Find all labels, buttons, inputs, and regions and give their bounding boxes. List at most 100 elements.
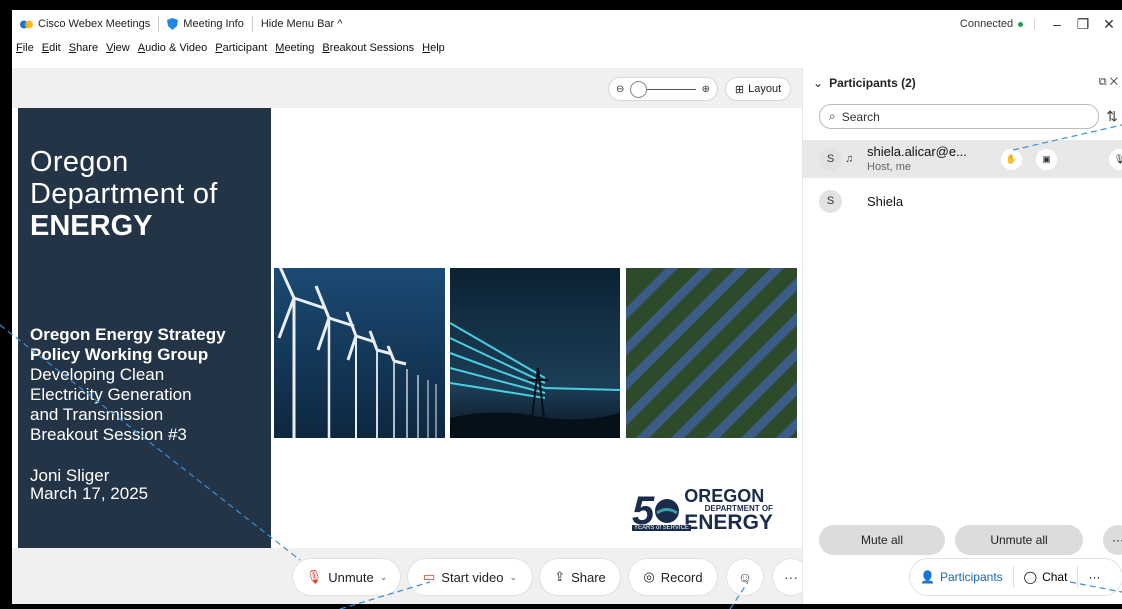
slide-org-line3: ENERGY xyxy=(30,210,153,242)
record-button[interactable]: ◎ Record xyxy=(629,559,717,595)
participant-row[interactable]: S Shiela xyxy=(803,182,1122,220)
zoom-track[interactable] xyxy=(630,80,696,98)
chat-icon: ◯ xyxy=(1023,570,1038,584)
menu-bar: File Edit Share View Audio & Video Parti… xyxy=(12,42,449,60)
avatar: S xyxy=(819,147,842,171)
connection-status: Connected xyxy=(960,18,1033,30)
chevron-down-icon[interactable]: ⌄ xyxy=(509,572,517,583)
search-placeholder: Search xyxy=(841,109,880,124)
layout-button[interactable]: ⊞ Layout xyxy=(725,77,791,101)
webex-logo-icon xyxy=(20,20,33,28)
power-lines-image xyxy=(450,268,620,438)
restore-icon[interactable]: ❐ xyxy=(1070,16,1096,33)
chevron-down-icon[interactable]: ⌄ xyxy=(380,572,388,583)
shared-slide: Oregon Department of ENERGY Oregon Energ… xyxy=(12,108,802,548)
slide-desc-line3: and Transmission xyxy=(30,405,164,424)
participants-icon: 👤 xyxy=(920,570,935,584)
app-title: Cisco Webex Meetings xyxy=(12,16,158,32)
tabs-more-button[interactable]: ··· xyxy=(1078,559,1110,595)
hide-menu-bar-button[interactable]: Hide Menu Bar ^ xyxy=(251,16,351,32)
chevron-down-icon[interactable]: ⌄ xyxy=(813,76,823,90)
menu-breakout-sessions[interactable]: Breakout Sessions xyxy=(318,42,418,60)
participants-header[interactable]: ⌄ Participants (2) xyxy=(813,76,916,90)
panel-tab-bar: 👤 Participants ◯ Chat ··· xyxy=(910,559,1122,595)
zoom-knob[interactable] xyxy=(630,80,648,98)
headset-icon: ♫ xyxy=(845,153,854,165)
participants-title: Participants (2) xyxy=(829,76,916,90)
menu-audio-video[interactable]: Audio & Video xyxy=(134,42,212,60)
connection-dot-icon xyxy=(1018,21,1024,27)
logo-sun-icon xyxy=(655,498,680,523)
slide-org-line2: Department of xyxy=(30,178,218,210)
title-bar: Cisco Webex Meetings Meeting Info Hide M… xyxy=(12,10,1122,38)
mute-all-label: Mute all xyxy=(860,533,904,547)
menu-meeting[interactable]: Meeting xyxy=(271,42,318,60)
content-stage: ⊖ ⊕ ⊞ Layout Oregon Department of ENERGY… xyxy=(12,68,802,604)
muted-mic-icon[interactable]: 🎙 xyxy=(1109,148,1122,170)
hide-menu-bar-label: Hide Menu Bar ^ xyxy=(260,18,343,30)
search-input[interactable]: ⌕ Search xyxy=(819,104,1099,129)
avatar-initial: S xyxy=(826,153,835,165)
muted-mic-icon: 🎙 xyxy=(305,569,323,584)
mute-all-button[interactable]: Mute all xyxy=(819,525,945,555)
smiley-icon: ☺ xyxy=(737,569,753,585)
menu-share[interactable]: Share xyxy=(65,42,102,60)
start-video-label: Start video xyxy=(441,569,504,585)
slide-desc-line2: Electricity Generation xyxy=(30,385,192,404)
menu-edit[interactable]: Edit xyxy=(38,42,65,60)
menu-file[interactable]: File xyxy=(12,42,38,60)
close-panel-icon[interactable]: ✕ xyxy=(1110,76,1118,88)
layout-label: Layout xyxy=(748,83,782,95)
zoom-in-icon[interactable]: ⊕ xyxy=(702,84,710,95)
panel-more-button[interactable]: ··· xyxy=(1103,525,1122,555)
layout-grid-icon: ⊞ xyxy=(734,83,745,96)
slide-org-line1: Oregon xyxy=(30,146,129,178)
video-off-icon: ▭ xyxy=(423,569,436,584)
record-label: Record xyxy=(660,569,703,585)
unmute-label: Unmute xyxy=(328,569,374,585)
chat-tab[interactable]: ◯ Chat xyxy=(1014,559,1078,595)
logo-energy: ENERGY xyxy=(684,511,773,534)
share-label: Share xyxy=(571,569,606,585)
solar-panels-image xyxy=(626,268,797,438)
share-button[interactable]: ⇪ Share xyxy=(540,559,620,595)
shield-icon xyxy=(167,18,179,30)
menu-participant[interactable]: Participant xyxy=(211,42,271,60)
slide-title-panel: Oregon Department of ENERGY Oregon Energ… xyxy=(18,108,271,548)
slide-date: March 17, 2025 xyxy=(30,484,149,503)
start-video-button[interactable]: ▭ Start video ⌄ xyxy=(408,559,532,595)
unmute-all-label: Unmute all xyxy=(990,533,1048,547)
record-icon: ◎ xyxy=(643,569,655,584)
zoom-slider[interactable]: ⊖ ⊕ xyxy=(608,77,718,101)
menu-view[interactable]: View xyxy=(102,42,134,60)
unmute-button[interactable]: 🎙 Unmute ⌄ xyxy=(293,559,400,595)
participants-tab[interactable]: 👤 Participants xyxy=(910,559,1013,595)
wind-turbines-image xyxy=(274,268,445,438)
sort-icon[interactable]: ⇅ xyxy=(1106,108,1118,125)
logo-oregon: OREGON xyxy=(684,486,765,506)
share-icon: ⇪ xyxy=(554,569,566,584)
reactions-button[interactable]: ☺ xyxy=(727,559,763,595)
zoom-out-icon[interactable]: ⊖ xyxy=(616,84,624,95)
avatar-initial: S xyxy=(826,195,835,207)
menu-help[interactable]: Help xyxy=(418,42,449,60)
meeting-info-label: Meeting Info xyxy=(183,18,244,30)
panel-tools: ⧉ ✕ xyxy=(1099,76,1118,89)
video-icon[interactable]: ▣ xyxy=(1036,148,1057,170)
minimize-icon[interactable]: – xyxy=(1044,16,1070,32)
chat-tab-label: Chat xyxy=(1042,570,1068,584)
raise-hand-icon[interactable]: ✋ xyxy=(1001,148,1022,170)
slide-desc-line4: Breakout Session #3 xyxy=(30,425,187,444)
participant-name: shiela.alicar@e... xyxy=(867,144,967,159)
participants-tab-label: Participants xyxy=(939,570,1003,584)
participant-row[interactable]: S ♫ shiela.alicar@e... Host, me ✋ ▣ 🎙 xyxy=(803,140,1122,178)
more-icon: ··· xyxy=(1112,533,1122,547)
popout-icon[interactable]: ⧉ xyxy=(1099,76,1107,88)
avatar: S xyxy=(819,189,842,213)
slide-group-line1: Oregon Energy Strategy xyxy=(30,325,226,344)
close-icon[interactable]: ✕ xyxy=(1096,16,1122,33)
slide-desc-line1: Developing Clean xyxy=(30,365,165,384)
meeting-info-button[interactable]: Meeting Info xyxy=(158,16,252,32)
unmute-all-button[interactable]: Unmute all xyxy=(955,525,1083,555)
participants-panel: ⌄ Participants (2) ⧉ ✕ ⌕ Search ⇅ S ♫ sh… xyxy=(802,68,1122,604)
